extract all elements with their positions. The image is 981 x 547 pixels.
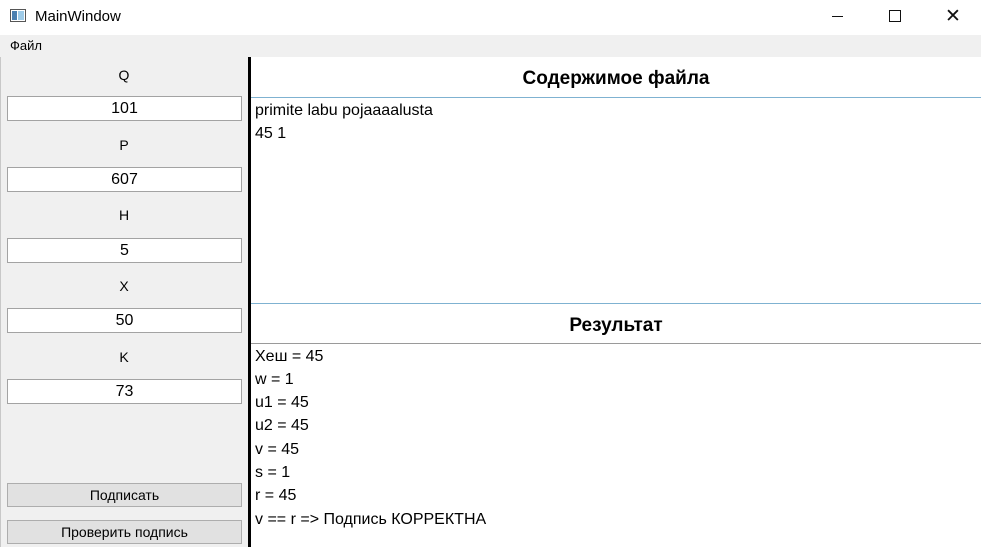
param-input-k[interactable] (7, 379, 242, 404)
param-label-q: Q (118, 67, 130, 83)
param-input-x[interactable] (7, 308, 242, 333)
file-content-divider (251, 97, 981, 98)
app-icon (10, 9, 26, 22)
menu-item-file[interactable]: Файл (10, 38, 42, 53)
result-title: Результат (569, 315, 663, 336)
verify-signature-button[interactable]: Проверить подпись (7, 520, 242, 544)
content-panel: Содержимое файла primite labu pojaaaalus… (251, 57, 981, 547)
menu-bar: Файл (0, 35, 981, 57)
param-label-h: H (118, 207, 130, 223)
minimize-icon (831, 15, 843, 17)
result-line: v == r => Подпись КОРРЕКТНА (255, 511, 487, 528)
result-line: v = 45 (255, 441, 300, 458)
param-label-p: P (119, 137, 129, 153)
result-line: u1 = 45 (255, 394, 309, 411)
result-line: w = 1 (255, 371, 294, 388)
param-input-p[interactable] (7, 167, 242, 192)
window-title: MainWindow (35, 8, 121, 25)
minimize-button[interactable] (808, 0, 866, 32)
maximize-icon (889, 10, 901, 22)
param-label-x: X (119, 278, 129, 294)
result-line: Хеш = 45 (255, 348, 324, 365)
param-input-q[interactable] (7, 96, 242, 121)
result-divider (251, 343, 981, 344)
section-divider (251, 303, 981, 304)
close-icon: ✕ (945, 4, 961, 27)
file-content-title: Содержимое файла (522, 68, 710, 89)
sign-button[interactable]: Подписать (7, 483, 242, 507)
file-content-line: primite labu pojaaaalusta (255, 102, 433, 119)
result-line: r = 45 (255, 487, 297, 504)
param-input-h[interactable] (7, 238, 242, 263)
maximize-button[interactable] (866, 0, 924, 32)
result-line: u2 = 45 (255, 417, 309, 434)
result-line: s = 1 (255, 464, 291, 481)
title-bar: MainWindow ✕ (0, 0, 981, 34)
close-button[interactable]: ✕ (924, 0, 981, 32)
parameters-panel: Q P H X K Подписать Проверить подпись (0, 57, 248, 547)
param-label-k: K (119, 349, 129, 365)
file-content-line: 45 1 (255, 125, 287, 142)
